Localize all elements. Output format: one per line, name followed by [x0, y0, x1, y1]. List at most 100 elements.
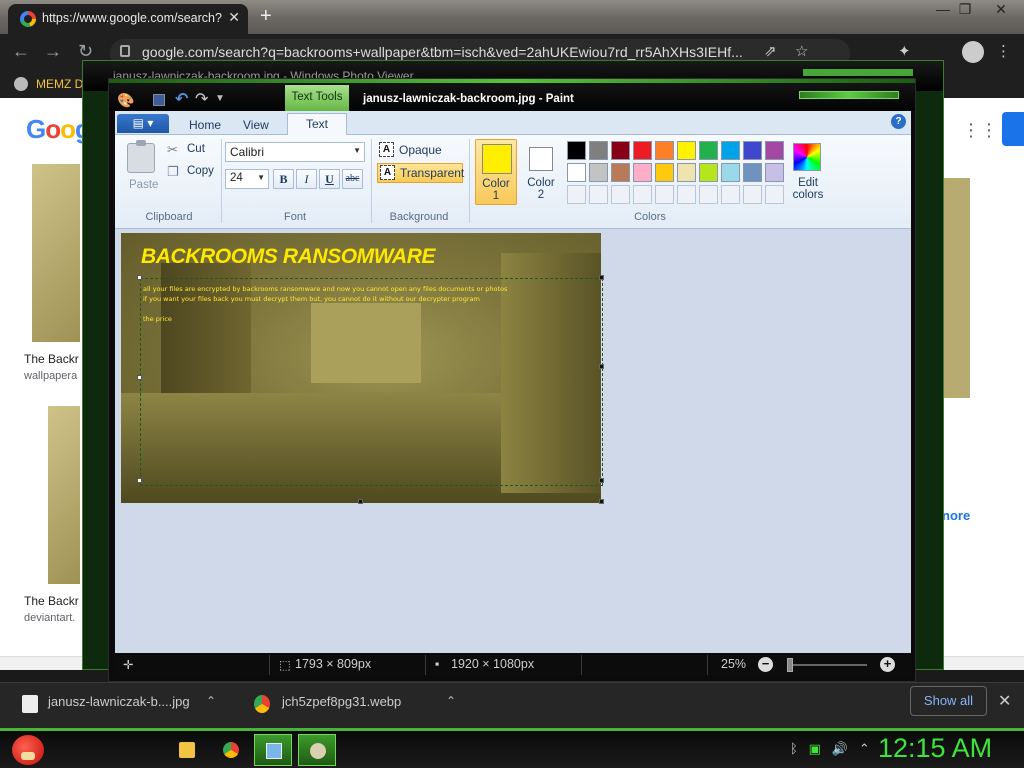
paint-window-controls[interactable]: [799, 91, 899, 99]
canvas-area[interactable]: BACKROOMS RANSOMWARE all your files are …: [115, 229, 911, 653]
network-icon[interactable]: ▣: [809, 741, 821, 756]
zoom-slider-track[interactable]: [787, 664, 867, 666]
palette-swatch[interactable]: [721, 163, 740, 182]
bookmark-memz[interactable]: MEMZ D: [36, 77, 83, 91]
color2-button[interactable]: Color 2: [521, 139, 561, 205]
cut-button[interactable]: ✂ Cut: [165, 141, 205, 159]
custom-color-slot[interactable]: [633, 185, 652, 204]
strikethrough-button[interactable]: abc: [342, 169, 363, 189]
undo-icon[interactable]: ↶: [175, 89, 188, 109]
volume-icon[interactable]: 🔊: [832, 741, 848, 756]
resize-handle[interactable]: [137, 275, 142, 280]
show-all-button[interactable]: Show all: [910, 686, 987, 716]
tab-close-icon[interactable]: ✕: [228, 9, 240, 26]
taskbar-explorer[interactable]: [168, 734, 206, 766]
browser-tab[interactable]: https://www.google.com/search? ✕: [8, 4, 248, 34]
edit-colors-button[interactable]: Edit colors: [791, 139, 825, 205]
extensions-puzzle-icon[interactable]: ✦: [898, 42, 911, 60]
result-thumbnail[interactable]: [48, 406, 80, 584]
start-button[interactable]: [8, 731, 48, 767]
custom-color-slot[interactable]: [699, 185, 718, 204]
image-canvas[interactable]: BACKROOMS RANSOMWARE all your files are …: [121, 233, 603, 503]
font-size-dropdown[interactable]: 24 ▼: [225, 169, 269, 189]
taskbar-photo-viewer[interactable]: [254, 734, 292, 766]
italic-button[interactable]: I: [296, 169, 317, 189]
palette-swatch[interactable]: [633, 163, 652, 182]
shelf-close-icon[interactable]: ✕: [998, 691, 1011, 711]
result-thumbnail[interactable]: [944, 178, 970, 398]
chevron-up-icon[interactable]: ⌃: [446, 694, 456, 708]
transparent-button[interactable]: A Transparent: [377, 163, 464, 183]
palette-swatch[interactable]: [743, 141, 762, 160]
palette-swatch[interactable]: [743, 163, 762, 182]
tab-home[interactable]: Home: [177, 115, 233, 135]
palette-swatch[interactable]: [677, 141, 696, 160]
photo-viewer-window-controls[interactable]: [803, 69, 913, 76]
custom-color-slot[interactable]: [655, 185, 674, 204]
kebab-menu-icon[interactable]: ⋮: [996, 42, 1011, 60]
custom-color-slot[interactable]: [589, 185, 608, 204]
custom-color-slot[interactable]: [611, 185, 630, 204]
result-thumbnail[interactable]: [32, 164, 80, 342]
palette-swatch[interactable]: [765, 141, 784, 160]
palette-swatch[interactable]: [611, 141, 630, 160]
custom-color-slot[interactable]: [765, 185, 784, 204]
customize-qat-chevron-down-icon[interactable]: ▼: [215, 93, 225, 104]
redo-icon[interactable]: ↷: [195, 89, 208, 109]
result-caption[interactable]: The Backr: [24, 594, 79, 608]
custom-color-slot[interactable]: [721, 185, 740, 204]
zoom-out-button[interactable]: −: [758, 657, 773, 672]
resize-handle[interactable]: [137, 478, 142, 483]
forward-arrow-icon[interactable]: →: [44, 41, 62, 62]
palette-swatch[interactable]: [633, 141, 652, 160]
browser-close-button[interactable]: ✕: [986, 0, 1016, 18]
palette-swatch[interactable]: [567, 141, 586, 160]
custom-color-slot[interactable]: [567, 185, 586, 204]
resize-handle[interactable]: [137, 375, 142, 380]
tray-chevron-icon[interactable]: ⌃: [859, 741, 870, 756]
text-selection-box[interactable]: [140, 278, 603, 486]
result-caption[interactable]: The Backr: [24, 352, 79, 366]
bluetooth-icon[interactable]: ᛒ: [790, 741, 798, 756]
browser-maximize-button[interactable]: ❐: [950, 0, 980, 18]
profile-avatar[interactable]: [962, 41, 984, 63]
palette-swatch[interactable]: [699, 163, 718, 182]
underline-button[interactable]: U: [319, 169, 340, 189]
zoom-in-button[interactable]: +: [880, 657, 895, 672]
palette-swatch[interactable]: [699, 141, 718, 160]
palette-swatch[interactable]: [677, 163, 696, 182]
help-icon[interactable]: ?: [891, 114, 906, 129]
bold-button[interactable]: B: [273, 169, 294, 189]
bookmark-star-icon[interactable]: ☆: [795, 42, 808, 60]
palette-swatch[interactable]: [589, 141, 608, 160]
reload-icon[interactable]: ↻: [78, 41, 93, 62]
paint-titlebar[interactable]: 🎨 ↶ ↷ ▼ Text Tools janusz-lawniczak-back…: [109, 79, 915, 111]
zoom-slider-thumb[interactable]: [787, 658, 793, 672]
palette-swatch[interactable]: [611, 163, 630, 182]
font-family-dropdown[interactable]: Calibri ▼: [225, 142, 365, 162]
color1-button[interactable]: Color 1: [475, 139, 517, 205]
tab-text[interactable]: Text: [287, 113, 347, 136]
image-resize-handle[interactable]: [358, 499, 363, 504]
palette-swatch[interactable]: [655, 141, 674, 160]
palette-swatch[interactable]: [655, 163, 674, 182]
palette-swatch[interactable]: [765, 163, 784, 182]
more-link[interactable]: nore: [942, 508, 970, 523]
resize-handle[interactable]: [599, 478, 604, 483]
taskbar-chrome[interactable]: [212, 734, 250, 766]
back-arrow-icon[interactable]: ←: [12, 41, 30, 62]
share-icon[interactable]: ⇗: [764, 42, 777, 60]
palette-swatch[interactable]: [721, 141, 740, 160]
sign-in-button[interactable]: [1002, 112, 1024, 146]
tab-view[interactable]: View: [231, 115, 281, 135]
paste-button[interactable]: Paste: [121, 139, 163, 195]
taskbar-paint[interactable]: [298, 734, 336, 766]
custom-color-slot[interactable]: [677, 185, 696, 204]
google-logo[interactable]: Goog: [26, 114, 91, 145]
paint-app-icon[interactable]: 🎨: [117, 92, 134, 109]
opaque-button[interactable]: A Opaque: [377, 141, 463, 161]
resize-handle[interactable]: [599, 364, 604, 369]
palette-swatch[interactable]: [567, 163, 586, 182]
new-tab-button[interactable]: +: [260, 5, 272, 28]
file-menu-button[interactable]: ▤ ▾: [117, 114, 169, 133]
